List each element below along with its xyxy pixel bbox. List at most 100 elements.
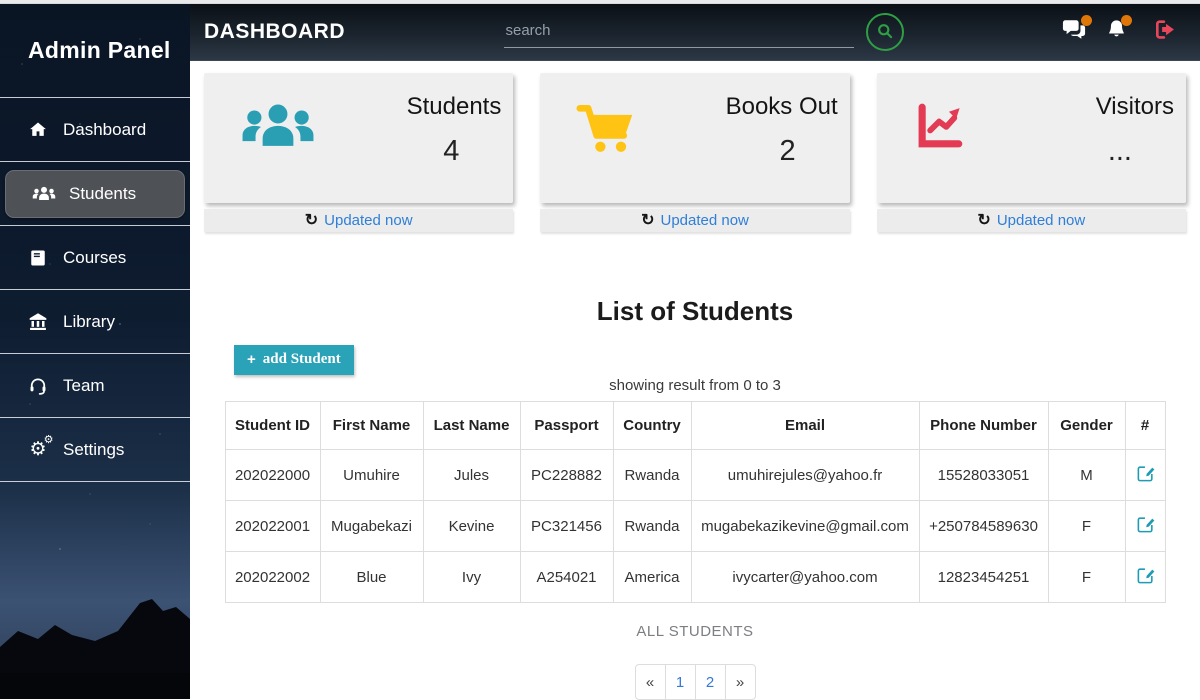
sidebar-item-label: Dashboard [63, 120, 146, 140]
cell-email: umuhirejules@yahoo.fr [691, 450, 919, 501]
mountain-silhouette [0, 569, 190, 699]
cell-phone: 12823454251 [919, 552, 1048, 603]
edit-student-icon[interactable] [1136, 515, 1155, 534]
chart-icon [913, 101, 967, 191]
cell-country: America [613, 552, 691, 603]
pagination-next[interactable]: » [725, 664, 756, 700]
cell-email: mugabekazikevine@gmail.com [691, 501, 919, 552]
sidebar-item-label: Library [63, 312, 115, 332]
users-icon [32, 185, 56, 203]
cell-first-name: Umuhire [320, 450, 423, 501]
admin-app: Admin Panel Dashboard Students [0, 4, 1200, 699]
gears-icon: ⚙⚙ [26, 440, 50, 459]
cell-passport: A254021 [520, 552, 613, 603]
library-icon [26, 312, 50, 332]
pagination-page-2[interactable]: 2 [695, 664, 726, 700]
sidebar: Admin Panel Dashboard Students [0, 4, 190, 699]
stat-card-books-out: Books Out 2 ↻ Updated now [540, 73, 849, 232]
pagination: « 1 2 » [190, 664, 1200, 700]
sidebar-item-label: Students [69, 184, 136, 204]
table-row: 202022001 Mugabekazi Kevine PC321456 Rwa… [225, 501, 1165, 552]
col-header-last-name: Last Name [423, 402, 520, 450]
sidebar-item-settings[interactable]: ⚙⚙ Settings [0, 418, 190, 482]
stat-card-students: Students 4 ↻ Updated now [204, 73, 513, 232]
col-header-phone: Phone Number [919, 402, 1048, 450]
stat-card-visitors: Visitors ... ↻ Updated now [877, 73, 1186, 232]
search-button[interactable] [866, 13, 904, 51]
cell-last-name: Kevine [423, 501, 520, 552]
col-header-first-name: First Name [320, 402, 423, 450]
refresh-icon: ↻ [641, 213, 654, 229]
messages-button[interactable] [1062, 19, 1086, 45]
users-icon [240, 101, 316, 191]
logout-button[interactable] [1155, 19, 1178, 45]
cell-first-name: Mugabekazi [320, 501, 423, 552]
card-value: 4 [407, 135, 502, 168]
all-students-label: ALL STUDENTS [190, 623, 1200, 640]
pagination-page-1[interactable]: 1 [665, 664, 696, 700]
cell-country: Rwanda [613, 501, 691, 552]
card-title: Visitors [1096, 93, 1174, 121]
col-header-student-id: Student ID [225, 402, 320, 450]
main-area: DASHBOARD [190, 4, 1200, 699]
col-header-passport: Passport [520, 402, 613, 450]
col-header-actions: # [1125, 402, 1165, 450]
cell-passport: PC321456 [520, 501, 613, 552]
sidebar-item-label: Courses [63, 248, 126, 268]
table-header-row: Student ID First Name Last Name Passport… [225, 402, 1165, 450]
card-updated[interactable]: ↻ Updated now [540, 209, 849, 232]
cell-phone: 15528033051 [919, 450, 1048, 501]
showing-result-text: showing result from 0 to 3 [190, 377, 1200, 394]
search-input[interactable] [504, 16, 854, 48]
cell-first-name: Blue [320, 552, 423, 603]
stat-cards: Students 4 ↻ Updated now [190, 61, 1200, 232]
brand-title: Admin Panel [0, 4, 190, 98]
cell-gender: F [1048, 552, 1125, 603]
sidebar-item-library[interactable]: Library [0, 290, 190, 354]
edit-student-icon[interactable] [1136, 566, 1155, 585]
col-header-country: Country [613, 402, 691, 450]
cart-icon [576, 101, 636, 191]
table-row: 202022000 Umuhire Jules PC228882 Rwanda … [225, 450, 1165, 501]
col-header-email: Email [691, 402, 919, 450]
search-area [345, 13, 1062, 51]
cell-gender: M [1048, 450, 1125, 501]
pagination-prev[interactable]: « [635, 664, 666, 700]
refresh-icon: ↻ [305, 213, 318, 229]
notification-badge [1121, 15, 1132, 26]
card-title: Students [407, 93, 502, 121]
sidebar-item-label: Team [63, 376, 105, 396]
add-student-button[interactable]: + add Student [234, 345, 354, 375]
plus-icon: + [247, 351, 256, 368]
sidebar-item-students[interactable]: Students [0, 162, 190, 226]
students-table: Student ID First Name Last Name Passport… [225, 401, 1166, 603]
page-title: DASHBOARD [204, 20, 345, 44]
home-icon [26, 120, 50, 140]
sidebar-item-team[interactable]: Team [0, 354, 190, 418]
cell-last-name: Ivy [423, 552, 520, 603]
list-of-students-heading: List of Students [190, 296, 1200, 327]
sidebar-item-courses[interactable]: Courses [0, 226, 190, 290]
topbar: DASHBOARD [190, 4, 1200, 61]
logout-icon [1155, 27, 1178, 44]
sidebar-item-dashboard[interactable]: Dashboard [0, 98, 190, 162]
refresh-icon: ↻ [977, 213, 990, 229]
cell-email: ivycarter@yahoo.com [691, 552, 919, 603]
table-row: 202022002 Blue Ivy A254021 America ivyca… [225, 552, 1165, 603]
headset-icon [26, 376, 50, 396]
notifications-button[interactable] [1107, 19, 1126, 45]
topbar-icons [1062, 19, 1178, 45]
cell-gender: F [1048, 501, 1125, 552]
cell-passport: PC228882 [520, 450, 613, 501]
chat-icon [1062, 27, 1086, 44]
edit-student-icon[interactable] [1136, 464, 1155, 483]
cell-phone: +250784589630 [919, 501, 1048, 552]
cell-country: Rwanda [613, 450, 691, 501]
cell-student-id: 202022002 [225, 552, 320, 603]
cell-student-id: 202022001 [225, 501, 320, 552]
book-icon [26, 248, 50, 268]
card-updated[interactable]: ↻ Updated now [204, 209, 513, 232]
notification-badge [1081, 15, 1092, 26]
card-updated[interactable]: ↻ Updated now [877, 209, 1186, 232]
bell-icon [1107, 27, 1126, 44]
